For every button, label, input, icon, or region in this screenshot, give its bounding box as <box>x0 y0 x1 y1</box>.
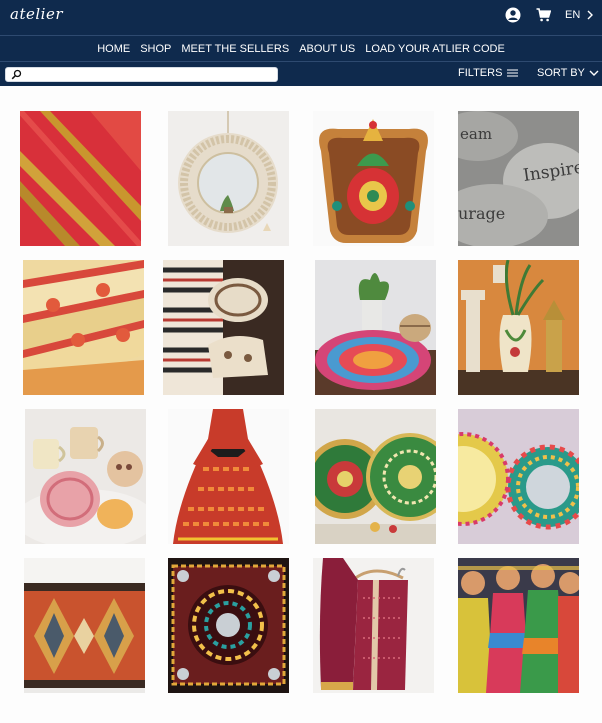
product-card[interactable] <box>20 111 141 246</box>
beaded-decorative-mirrors-image <box>458 409 579 544</box>
main-nav: HOME SHOP MEET THE SELLERS ABOUT US LOAD… <box>0 38 602 59</box>
red-silk-saree-image <box>20 111 141 246</box>
chevron-right-icon[interactable] <box>586 10 594 20</box>
nav-load-atlier-code[interactable]: LOAD YOUR ATLIER CODE <box>365 43 505 55</box>
filters-button[interactable]: FILTERS <box>458 67 519 79</box>
search-icon <box>11 69 22 80</box>
product-card[interactable]: eam Inspire urage <box>458 111 579 246</box>
embroidered-mirror-plates-image <box>315 409 436 544</box>
svg-text:eam: eam <box>460 125 492 143</box>
product-card[interactable] <box>168 409 289 544</box>
top-header: atelier EN HOME SHOP MEET THE SELLERS AB… <box>0 0 602 86</box>
user-circle-icon[interactable] <box>505 7 521 23</box>
wooden-block-print-stamps-image <box>163 260 284 395</box>
product-card[interactable] <box>458 409 579 544</box>
maroon-printed-saree-image <box>313 558 434 693</box>
nav-shop[interactable]: SHOP <box>140 43 171 55</box>
kondapalli-wooden-dolls-image <box>458 558 579 693</box>
nav-home[interactable]: HOME <box>97 43 130 55</box>
painted-vases-candle-stands-image <box>458 260 579 395</box>
search-input[interactable] <box>26 68 271 81</box>
nav-about-us[interactable]: ABOUT US <box>299 43 355 55</box>
brand-row: atelier EN <box>0 0 602 32</box>
nav-meet-the-sellers[interactable]: MEET THE SELLERS <box>181 43 289 55</box>
ikat-print-dress-image <box>168 409 289 544</box>
chevron-down-icon <box>589 70 599 76</box>
product-card[interactable] <box>315 409 436 544</box>
product-card[interactable] <box>315 260 436 395</box>
product-card[interactable] <box>313 558 434 693</box>
hand-painted-ceramic-cups-plate-image <box>25 409 146 544</box>
product-card[interactable] <box>458 260 579 395</box>
product-card[interactable] <box>458 558 579 693</box>
braided-round-rug-image <box>315 260 436 395</box>
shopping-cart-icon[interactable] <box>536 8 551 22</box>
filter-lines-icon <box>507 69 519 77</box>
product-card[interactable] <box>313 111 434 246</box>
language-selector[interactable]: EN <box>565 9 580 21</box>
product-card[interactable] <box>23 260 144 395</box>
nav-divider <box>0 61 602 62</box>
kilim-woven-rug-image <box>24 558 145 693</box>
product-card[interactable] <box>168 111 289 246</box>
search-bar[interactable] <box>5 67 278 82</box>
inspirational-word-stones-image: eam Inspire urage <box>458 111 579 246</box>
painted-kalash-wall-decor-image <box>313 111 434 246</box>
sort-by-dropdown[interactable]: SORT BY <box>537 67 599 79</box>
svg-text:urage: urage <box>458 204 505 223</box>
header-divider <box>0 35 602 36</box>
macrame-round-mirror-image <box>168 111 289 246</box>
product-card[interactable] <box>25 409 146 544</box>
atelier-logo[interactable]: atelier <box>10 5 63 23</box>
assam-mekhela-textiles-image <box>23 260 144 395</box>
product-card[interactable] <box>163 260 284 395</box>
filters-label: FILTERS <box>458 67 503 79</box>
product-card[interactable] <box>24 558 145 693</box>
kutch-mirror-embroidery-image <box>168 558 289 693</box>
sort-by-label: SORT BY <box>537 67 585 79</box>
product-card[interactable] <box>168 558 289 693</box>
